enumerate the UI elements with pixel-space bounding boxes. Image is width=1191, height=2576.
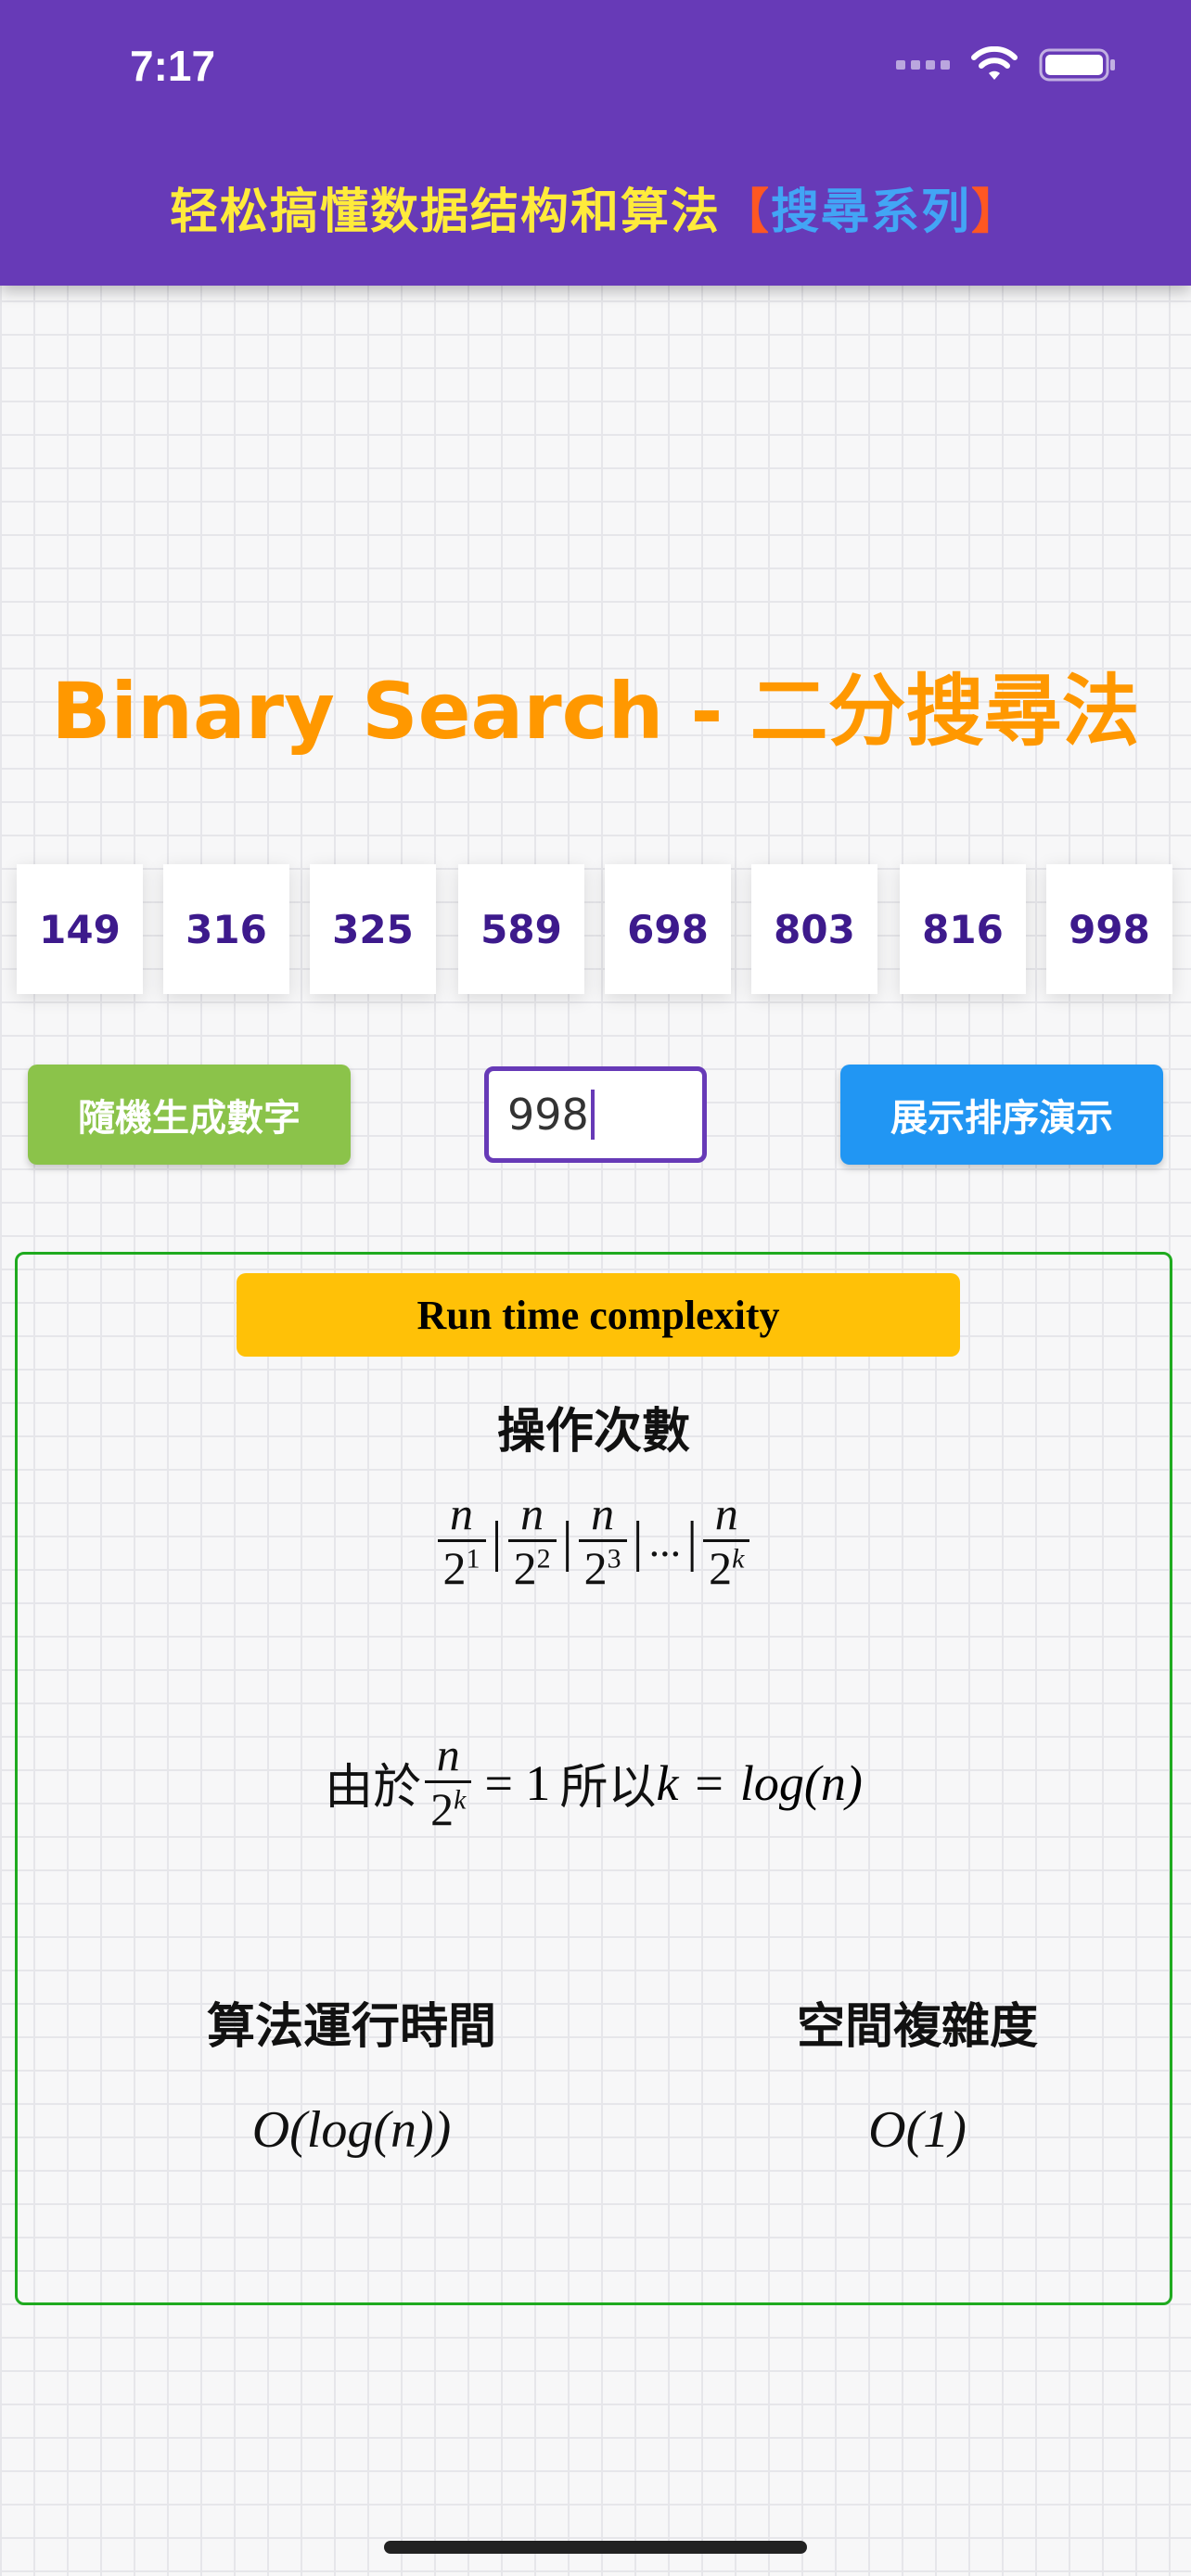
time-complexity-label: 算法運行時間 [206, 1999, 496, 2055]
text-caret [590, 1090, 595, 1140]
time-complexity-value: O(log(n)) [251, 2101, 452, 2159]
space-complexity-value: O(1) [868, 2101, 967, 2159]
app-title-series: 搜尋系列 [771, 185, 972, 240]
space-complexity-label: 空間複雜度 [796, 1999, 1038, 2055]
derivation-equals: = [695, 1754, 724, 1811]
formula-fraction: n 22 [507, 1488, 557, 1596]
derivation-k: k [656, 1754, 679, 1811]
ops-formula: n 21 | n 22 | n 23 | ... | n 2k [18, 1488, 1170, 1596]
complexity-title: Run time complexity [237, 1273, 960, 1357]
app-title: 轻松搞懂数据结构和算法【搜尋系列】 [0, 172, 1191, 242]
ops-label: 操作次數 [496, 1404, 690, 1460]
derivation-prefix: 由於 [325, 1760, 422, 1817]
number-card: 316 [163, 864, 289, 994]
app-title-bracket-close: 】 [971, 185, 1022, 240]
formula-separator: | [491, 1511, 503, 1573]
number-card: 325 [310, 864, 436, 994]
derivation-fraction: n 2k [425, 1729, 472, 1837]
app-title-main: 轻松搞懂数据结构和算法 [169, 185, 721, 240]
complexity-panel: Run time complexity 操作次數 n 21 | n 22 | n… [15, 1252, 1172, 2305]
number-card: 698 [605, 864, 731, 994]
status-time: 7:17 [130, 42, 216, 90]
derivation-equals-one: = 1 [484, 1754, 551, 1811]
target-input[interactable]: 998 [484, 1066, 707, 1163]
target-input-value: 998 [507, 1090, 589, 1140]
derivation-middle: 所以 [559, 1760, 657, 1817]
number-card: 803 [751, 864, 877, 994]
derivation-result: log(n) [739, 1754, 863, 1811]
formula-fraction: n 2k [703, 1488, 750, 1596]
random-numbers-button[interactable]: 隨機生成數字 [28, 1065, 351, 1165]
app-title-bracket-open: 【 [720, 185, 771, 240]
number-card: 998 [1046, 864, 1172, 994]
formula-separator: | [632, 1511, 644, 1573]
status-icons [896, 46, 1117, 83]
show-demo-button[interactable]: 展示排序演示 [840, 1065, 1163, 1165]
formula-separator: | [561, 1511, 573, 1573]
number-card: 816 [900, 864, 1026, 994]
derivation-formula: 由於 n 2k = 1 所以 k = log(n) [18, 1729, 1170, 1837]
page-heading: Binary Search - 二分搜尋法 [51, 666, 1140, 757]
formula-fraction: n 23 [578, 1488, 627, 1596]
number-card: 149 [17, 864, 143, 994]
formula-fraction: n 21 [437, 1488, 486, 1596]
home-indicator[interactable] [384, 2541, 807, 2554]
wifi-icon [971, 46, 1018, 80]
formula-ellipsis: ... [648, 1518, 682, 1566]
app-bar: 7:17 轻松搞懂数据结构和算法【搜尋系列】 [0, 0, 1191, 286]
battery-icon [1039, 48, 1115, 82]
formula-separator: | [686, 1511, 698, 1573]
cellular-signal-icon [896, 60, 950, 70]
number-card: 589 [458, 864, 584, 994]
number-list: 149 316 325 589 698 803 816 998 [0, 864, 1191, 994]
